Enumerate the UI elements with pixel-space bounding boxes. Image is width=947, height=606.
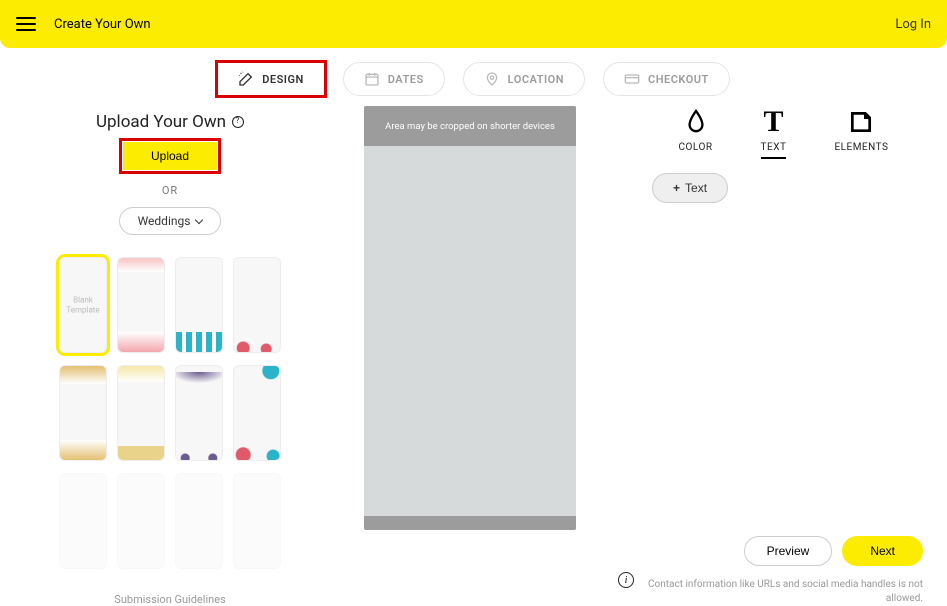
sticker-icon: [834, 108, 888, 136]
next-button[interactable]: Next: [842, 536, 923, 566]
action-row: Preview Next: [640, 536, 923, 566]
tab-label: TEXT: [761, 142, 787, 159]
center-panel: Area may be cropped on shorter devices i: [340, 106, 600, 606]
card-icon: [624, 71, 640, 87]
step-dates[interactable]: DATES: [343, 62, 445, 96]
add-text-label: Text: [685, 181, 707, 195]
info-icon[interactable]: [232, 116, 244, 128]
calendar-icon: [364, 71, 380, 87]
template-item[interactable]: [175, 365, 223, 461]
template-item[interactable]: [233, 257, 281, 353]
category-select[interactable]: Weddings: [119, 207, 222, 235]
template-item[interactable]: [233, 365, 281, 461]
tab-label: COLOR: [679, 142, 713, 153]
chevron-down-icon: [195, 215, 203, 223]
template-item[interactable]: [175, 473, 223, 569]
step-label: DATES: [388, 73, 424, 86]
app-title: Create Your Own: [54, 17, 151, 32]
template-item[interactable]: [117, 473, 165, 569]
pin-icon: [484, 71, 500, 87]
upload-title-text: Upload Your Own: [96, 112, 226, 132]
step-location[interactable]: LOCATION: [463, 62, 585, 96]
right-panel: COLOR T TEXT ELEMENTS + Text Preview Nex…: [620, 106, 927, 606]
drop-icon: [679, 108, 713, 136]
tab-elements[interactable]: ELEMENTS: [834, 108, 888, 159]
upload-title: Upload Your Own: [96, 112, 244, 132]
disclaimer-text: Contact information like URLs and social…: [643, 578, 923, 606]
step-label: CHECKOUT: [648, 73, 709, 86]
canvas-info-icon[interactable]: i: [618, 572, 634, 588]
wand-icon: [238, 71, 254, 87]
crop-warning-top: Area may be cropped on shorter devices: [364, 106, 576, 146]
template-item[interactable]: [59, 473, 107, 569]
topbar-left: Create Your Own: [16, 17, 151, 32]
tab-text[interactable]: T TEXT: [761, 108, 787, 159]
template-item[interactable]: [59, 365, 107, 461]
template-item[interactable]: [117, 257, 165, 353]
category-label: Weddings: [138, 214, 191, 228]
add-text-button[interactable]: + Text: [652, 173, 728, 203]
tab-label: ELEMENTS: [834, 142, 888, 153]
template-item[interactable]: [175, 257, 223, 353]
text-icon: T: [761, 108, 787, 136]
step-checkout[interactable]: CHECKOUT: [603, 62, 730, 96]
plus-icon: +: [673, 181, 680, 195]
crop-warning-bottom: [364, 516, 576, 530]
step-design[interactable]: DESIGN: [217, 62, 325, 96]
template-grid: Blank Template: [20, 257, 320, 569]
stepper: DESIGN DATES LOCATION CHECKOUT: [0, 48, 947, 106]
step-label: LOCATION: [508, 73, 564, 86]
menu-icon[interactable]: [16, 17, 36, 31]
preview-button[interactable]: Preview: [744, 536, 833, 566]
template-item[interactable]: [233, 473, 281, 569]
left-panel: Upload Your Own Upload OR Weddings Blank…: [20, 106, 320, 606]
tab-color[interactable]: COLOR: [679, 108, 713, 159]
login-link[interactable]: Log In: [895, 17, 931, 32]
template-item[interactable]: [117, 365, 165, 461]
template-blank[interactable]: Blank Template: [59, 257, 107, 353]
step-label: DESIGN: [262, 73, 304, 86]
tool-tabs: COLOR T TEXT ELEMENTS: [640, 108, 927, 159]
footer-actions: Preview Next Contact information like UR…: [640, 536, 927, 606]
design-canvas[interactable]: Area may be cropped on shorter devices: [364, 106, 576, 530]
upload-button[interactable]: Upload: [123, 142, 217, 170]
guidelines-link[interactable]: Submission Guidelines: [20, 593, 320, 606]
topbar: Create Your Own Log In: [0, 0, 947, 48]
or-divider: OR: [20, 184, 320, 197]
main: Upload Your Own Upload OR Weddings Blank…: [0, 106, 947, 606]
